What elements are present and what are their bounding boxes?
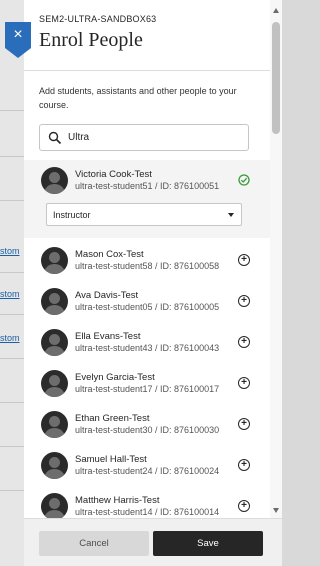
plus-icon: + xyxy=(241,418,247,429)
background-page: stom stom stom xyxy=(0,0,24,566)
user-name: Mason Cox-Test xyxy=(75,249,144,260)
list-item[interactable]: Ethan Green-Test ultra-test-student30 / … xyxy=(24,404,270,445)
user-name: Ethan Green-Test xyxy=(75,413,150,424)
user-name: Ava Davis-Test xyxy=(75,290,139,301)
background-divider xyxy=(0,358,24,359)
save-button[interactable]: Save xyxy=(153,531,263,556)
plus-icon: + xyxy=(241,254,247,265)
panel-footer: Cancel Save xyxy=(24,518,282,566)
list-item[interactable]: Matthew Harris-Test ultra-test-student14… xyxy=(24,486,270,518)
add-user-button[interactable]: + xyxy=(238,377,250,389)
list-item[interactable]: Ava Davis-Test ultra-test-student05 / ID… xyxy=(24,281,270,322)
user-id: ultra-test-student05 / ID: 876100005 xyxy=(75,302,220,312)
check-circle-icon xyxy=(238,174,250,186)
scroll-thumb[interactable] xyxy=(272,22,280,134)
plus-icon: + xyxy=(241,295,247,306)
avatar xyxy=(41,288,68,315)
add-user-button[interactable]: + xyxy=(238,500,250,512)
avatar xyxy=(41,370,68,397)
list-item[interactable]: Ella Evans-Test ultra-test-student43 / I… xyxy=(24,322,270,363)
plus-icon: + xyxy=(241,377,247,388)
user-id: ultra-test-student58 / ID: 876100058 xyxy=(75,261,220,271)
add-user-button[interactable]: + xyxy=(238,254,250,266)
plus-icon: + xyxy=(241,500,247,511)
user-list: Victoria Cook-Test ultra-test-student51 … xyxy=(24,160,270,518)
panel-header: SEM2-ULTRA-SANDBOX63 Enrol People xyxy=(24,0,270,70)
user-id: ultra-test-student17 / ID: 876100017 xyxy=(75,384,220,394)
background-divider xyxy=(0,402,24,403)
background-divider xyxy=(0,200,24,201)
panel-description: Add students, assistants and other peopl… xyxy=(39,86,237,110)
add-user-button[interactable]: + xyxy=(238,459,250,471)
background-link[interactable]: stom xyxy=(0,333,24,343)
background-link[interactable]: stom xyxy=(0,289,24,299)
background-link[interactable]: stom xyxy=(0,246,24,256)
search-input[interactable] xyxy=(68,132,238,143)
background-divider xyxy=(0,272,24,273)
user-name: Samuel Hall-Test xyxy=(75,454,147,465)
chevron-down-icon xyxy=(228,213,234,217)
avatar xyxy=(41,411,68,438)
background-divider xyxy=(0,314,24,315)
header-divider xyxy=(24,70,270,71)
user-name: Matthew Harris-Test xyxy=(75,495,160,506)
search-icon xyxy=(48,131,62,144)
selected-user-row[interactable]: Victoria Cook-Test ultra-test-student51 … xyxy=(24,160,270,238)
user-id: ultra-test-student43 / ID: 876100043 xyxy=(75,343,220,353)
close-icon: × xyxy=(13,26,23,43)
panel-scrollbar[interactable] xyxy=(270,0,282,518)
user-name: Ella Evans-Test xyxy=(75,331,141,342)
avatar xyxy=(41,247,68,274)
avatar xyxy=(41,493,68,518)
page-title: Enrol People xyxy=(39,29,143,51)
role-select[interactable]: Instructor xyxy=(46,203,242,226)
list-item[interactable]: Mason Cox-Test ultra-test-student58 / ID… xyxy=(24,240,270,281)
add-user-button[interactable]: + xyxy=(238,418,250,430)
avatar xyxy=(41,329,68,356)
scroll-up-icon[interactable] xyxy=(273,8,279,13)
background-divider xyxy=(0,110,24,111)
background-divider xyxy=(0,446,24,447)
user-id: ultra-test-student30 / ID: 876100030 xyxy=(75,425,220,435)
list-item[interactable]: Samuel Hall-Test ultra-test-student24 / … xyxy=(24,445,270,486)
user-id: ultra-test-student51 / ID: 876100051 xyxy=(75,181,220,191)
background-divider xyxy=(0,156,24,157)
user-id: ultra-test-student24 / ID: 876100024 xyxy=(75,466,220,476)
avatar xyxy=(41,167,68,194)
avatar xyxy=(41,452,68,479)
close-panel-button[interactable]: × xyxy=(5,22,31,48)
user-id: ultra-test-student14 / ID: 876100014 xyxy=(75,507,220,517)
list-item[interactable]: Evelyn Garcia-Test ultra-test-student17 … xyxy=(24,363,270,404)
scroll-down-icon[interactable] xyxy=(273,508,279,513)
course-id: SEM2-ULTRA-SANDBOX63 xyxy=(39,14,157,24)
background-divider xyxy=(0,490,24,491)
enrol-people-panel: SEM2-ULTRA-SANDBOX63 Enrol People Add st… xyxy=(24,0,282,566)
user-name: Victoria Cook-Test xyxy=(75,169,152,180)
search-box[interactable] xyxy=(39,124,249,151)
role-select-value: Instructor xyxy=(53,209,91,220)
add-user-button[interactable]: + xyxy=(238,336,250,348)
cancel-button[interactable]: Cancel xyxy=(39,531,149,556)
plus-icon: + xyxy=(241,459,247,470)
plus-icon: + xyxy=(241,336,247,347)
close-button-tail xyxy=(5,48,31,58)
user-name: Evelyn Garcia-Test xyxy=(75,372,155,383)
add-user-button[interactable]: + xyxy=(238,295,250,307)
